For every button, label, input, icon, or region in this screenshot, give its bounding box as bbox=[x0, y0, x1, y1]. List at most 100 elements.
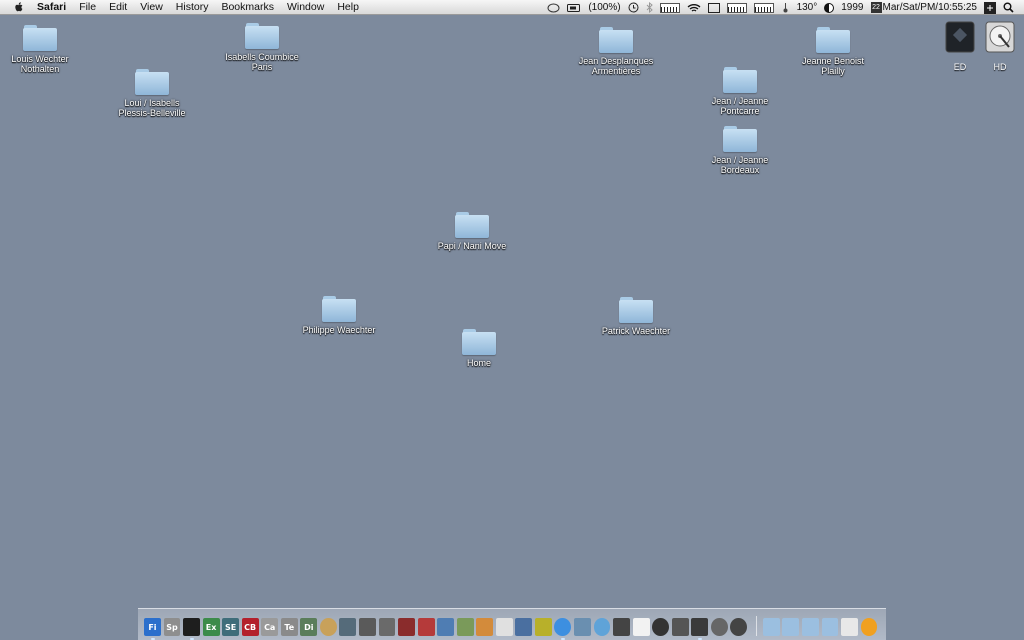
folder-icon bbox=[599, 27, 633, 53]
menu-help[interactable]: Help bbox=[337, 0, 359, 15]
dock-cb-icon[interactable]: CB bbox=[241, 618, 259, 636]
desktop-folder[interactable]: Loui / Isabells Plessis-Belleville bbox=[82, 69, 222, 118]
dock-app-icon[interactable] bbox=[652, 618, 670, 636]
temperature-value[interactable]: 130° bbox=[797, 2, 818, 13]
dock-finder-icon[interactable]: Fi bbox=[144, 618, 161, 640]
dock-folder-stack-icon[interactable] bbox=[782, 618, 800, 636]
folder-icon bbox=[455, 212, 489, 238]
menu-edit[interactable]: Edit bbox=[109, 0, 127, 15]
spotlight-search-icon[interactable] bbox=[1003, 2, 1014, 13]
folder-label: Home bbox=[466, 358, 491, 368]
dock-folder-stack-icon[interactable] bbox=[821, 618, 839, 636]
dock-app-icon[interactable] bbox=[456, 618, 474, 636]
desktop-folder[interactable]: Louis Wechter Nothalten bbox=[0, 25, 110, 74]
dock-app-icon[interactable] bbox=[534, 618, 552, 636]
dock-folder-stack-icon[interactable] bbox=[801, 618, 819, 636]
drive-label: HD bbox=[993, 62, 1007, 72]
folder-icon bbox=[322, 296, 356, 322]
dock-app-icon[interactable] bbox=[515, 618, 533, 636]
network-graph-icon[interactable] bbox=[726, 2, 747, 13]
dock-app-icon[interactable] bbox=[841, 618, 858, 636]
drive-hd[interactable]: HD bbox=[975, 21, 1024, 72]
folder-label: Patrick Waechter bbox=[601, 326, 671, 336]
folder-icon bbox=[816, 27, 850, 53]
menu-bookmarks[interactable]: Bookmarks bbox=[221, 0, 274, 15]
dock-folder-stack-icon[interactable] bbox=[762, 618, 780, 636]
menu-app-name[interactable]: Safari bbox=[37, 0, 66, 15]
dock-activity-monitor-icon[interactable] bbox=[183, 618, 200, 640]
temperature-icon[interactable] bbox=[781, 2, 790, 13]
menu-file[interactable]: File bbox=[79, 0, 96, 15]
desktop-folder[interactable]: Patrick Waechter bbox=[566, 297, 706, 336]
dock-app-icon[interactable] bbox=[476, 618, 494, 636]
folder-icon bbox=[245, 23, 279, 49]
dock: Fi Sp Ex SE CB Ca Te Di bbox=[138, 608, 886, 640]
menu-view[interactable]: View bbox=[140, 0, 163, 15]
time-machine-icon[interactable] bbox=[628, 2, 639, 13]
dock-app-icon[interactable] bbox=[671, 618, 689, 636]
folder-icon bbox=[462, 329, 496, 355]
speech-bubble-icon[interactable] bbox=[547, 3, 560, 13]
battery-percent[interactable]: (100%) bbox=[588, 2, 620, 13]
wifi-icon[interactable] bbox=[687, 3, 701, 13]
dock-ex-icon[interactable]: Ex bbox=[202, 618, 220, 636]
desktop-folder[interactable]: Philippe Waechter bbox=[269, 296, 409, 335]
desktop-folder[interactable]: Jean / Jeanne Bordeaux bbox=[670, 126, 810, 175]
folder-icon bbox=[23, 25, 57, 51]
dock-trash-icon[interactable] bbox=[860, 618, 878, 636]
hard-drive-icon bbox=[985, 21, 1015, 53]
folder-label: Jean Desplanques Armentières bbox=[578, 56, 654, 76]
moon-phase-icon[interactable] bbox=[824, 2, 835, 13]
calendar-icon[interactable]: 22 bbox=[870, 2, 882, 13]
dock-app-icon[interactable] bbox=[437, 618, 455, 636]
cpu-graph-icon[interactable] bbox=[659, 2, 680, 13]
dock-safari-icon[interactable] bbox=[554, 618, 572, 640]
battery-icon[interactable] bbox=[567, 3, 581, 12]
dock-sp-icon[interactable]: Sp bbox=[163, 618, 181, 636]
dock-ca-icon[interactable]: Ca bbox=[261, 618, 279, 636]
folder-icon bbox=[723, 126, 757, 152]
apple-menu-icon[interactable] bbox=[13, 1, 25, 13]
dock-app-icon[interactable] bbox=[495, 618, 513, 636]
dock-app-icon[interactable] bbox=[417, 618, 435, 636]
dock-app-icon[interactable] bbox=[574, 618, 591, 636]
bluetooth-icon[interactable] bbox=[646, 2, 653, 13]
folder-label: Jean / Jeanne Bordeaux bbox=[711, 155, 769, 175]
keyboard-layout-icon[interactable] bbox=[984, 1, 996, 14]
folder-icon bbox=[723, 67, 757, 93]
dock-app-icon[interactable] bbox=[378, 618, 396, 636]
dock-se-icon[interactable]: SE bbox=[222, 618, 240, 636]
menu-extras: (100%) 130° 1999 22 Mar/Sat/PM/10:55:25 bbox=[547, 0, 1024, 15]
folder-icon bbox=[619, 297, 653, 323]
desktop-folder[interactable]: Isabells Coumbice Paris bbox=[192, 23, 332, 72]
dock-ical-icon[interactable] bbox=[632, 618, 650, 636]
desktop-folder[interactable]: Home bbox=[409, 329, 549, 368]
dock-app-icon[interactable] bbox=[339, 618, 357, 636]
menu-bar: Safari File Edit View History Bookmarks … bbox=[0, 0, 1024, 15]
folder-label: Papi / Nani Move bbox=[437, 241, 507, 251]
desktop-folder[interactable]: Jean / Jeanne Pontcarre bbox=[670, 67, 810, 116]
dock-app-icon[interactable] bbox=[710, 618, 728, 636]
folder-icon bbox=[135, 69, 169, 95]
dock-app-icon[interactable] bbox=[359, 618, 376, 636]
dock-di-icon[interactable]: Di bbox=[300, 618, 318, 636]
menu-window[interactable]: Window bbox=[287, 0, 324, 15]
dock-app-icon[interactable] bbox=[319, 618, 337, 636]
folder-label: Jean / Jeanne Pontcarre bbox=[711, 96, 769, 116]
dock-separator bbox=[755, 616, 757, 636]
dock-app-icon[interactable] bbox=[593, 618, 611, 636]
external-drive-icon bbox=[945, 21, 975, 53]
dock-itunes-icon[interactable] bbox=[691, 618, 709, 640]
display-icon[interactable] bbox=[707, 2, 720, 13]
dock-app-icon[interactable] bbox=[398, 618, 415, 636]
disk-graph-icon[interactable] bbox=[753, 2, 774, 13]
menu-history[interactable]: History bbox=[176, 0, 209, 15]
dock-app-icon[interactable] bbox=[730, 618, 748, 636]
desktop-folder[interactable]: Papi / Nani Move bbox=[402, 212, 542, 251]
dock-app-icon[interactable] bbox=[613, 618, 630, 636]
dock-te-icon[interactable]: Te bbox=[280, 618, 298, 636]
folder-label: Philippe Waechter bbox=[302, 325, 376, 335]
menu-clock[interactable]: Mar/Sat/PM/10:55:25 bbox=[883, 2, 978, 13]
year-text[interactable]: 1999 bbox=[841, 2, 863, 13]
desktop-folder[interactable]: Jean Desplanques Armentières bbox=[546, 27, 686, 76]
